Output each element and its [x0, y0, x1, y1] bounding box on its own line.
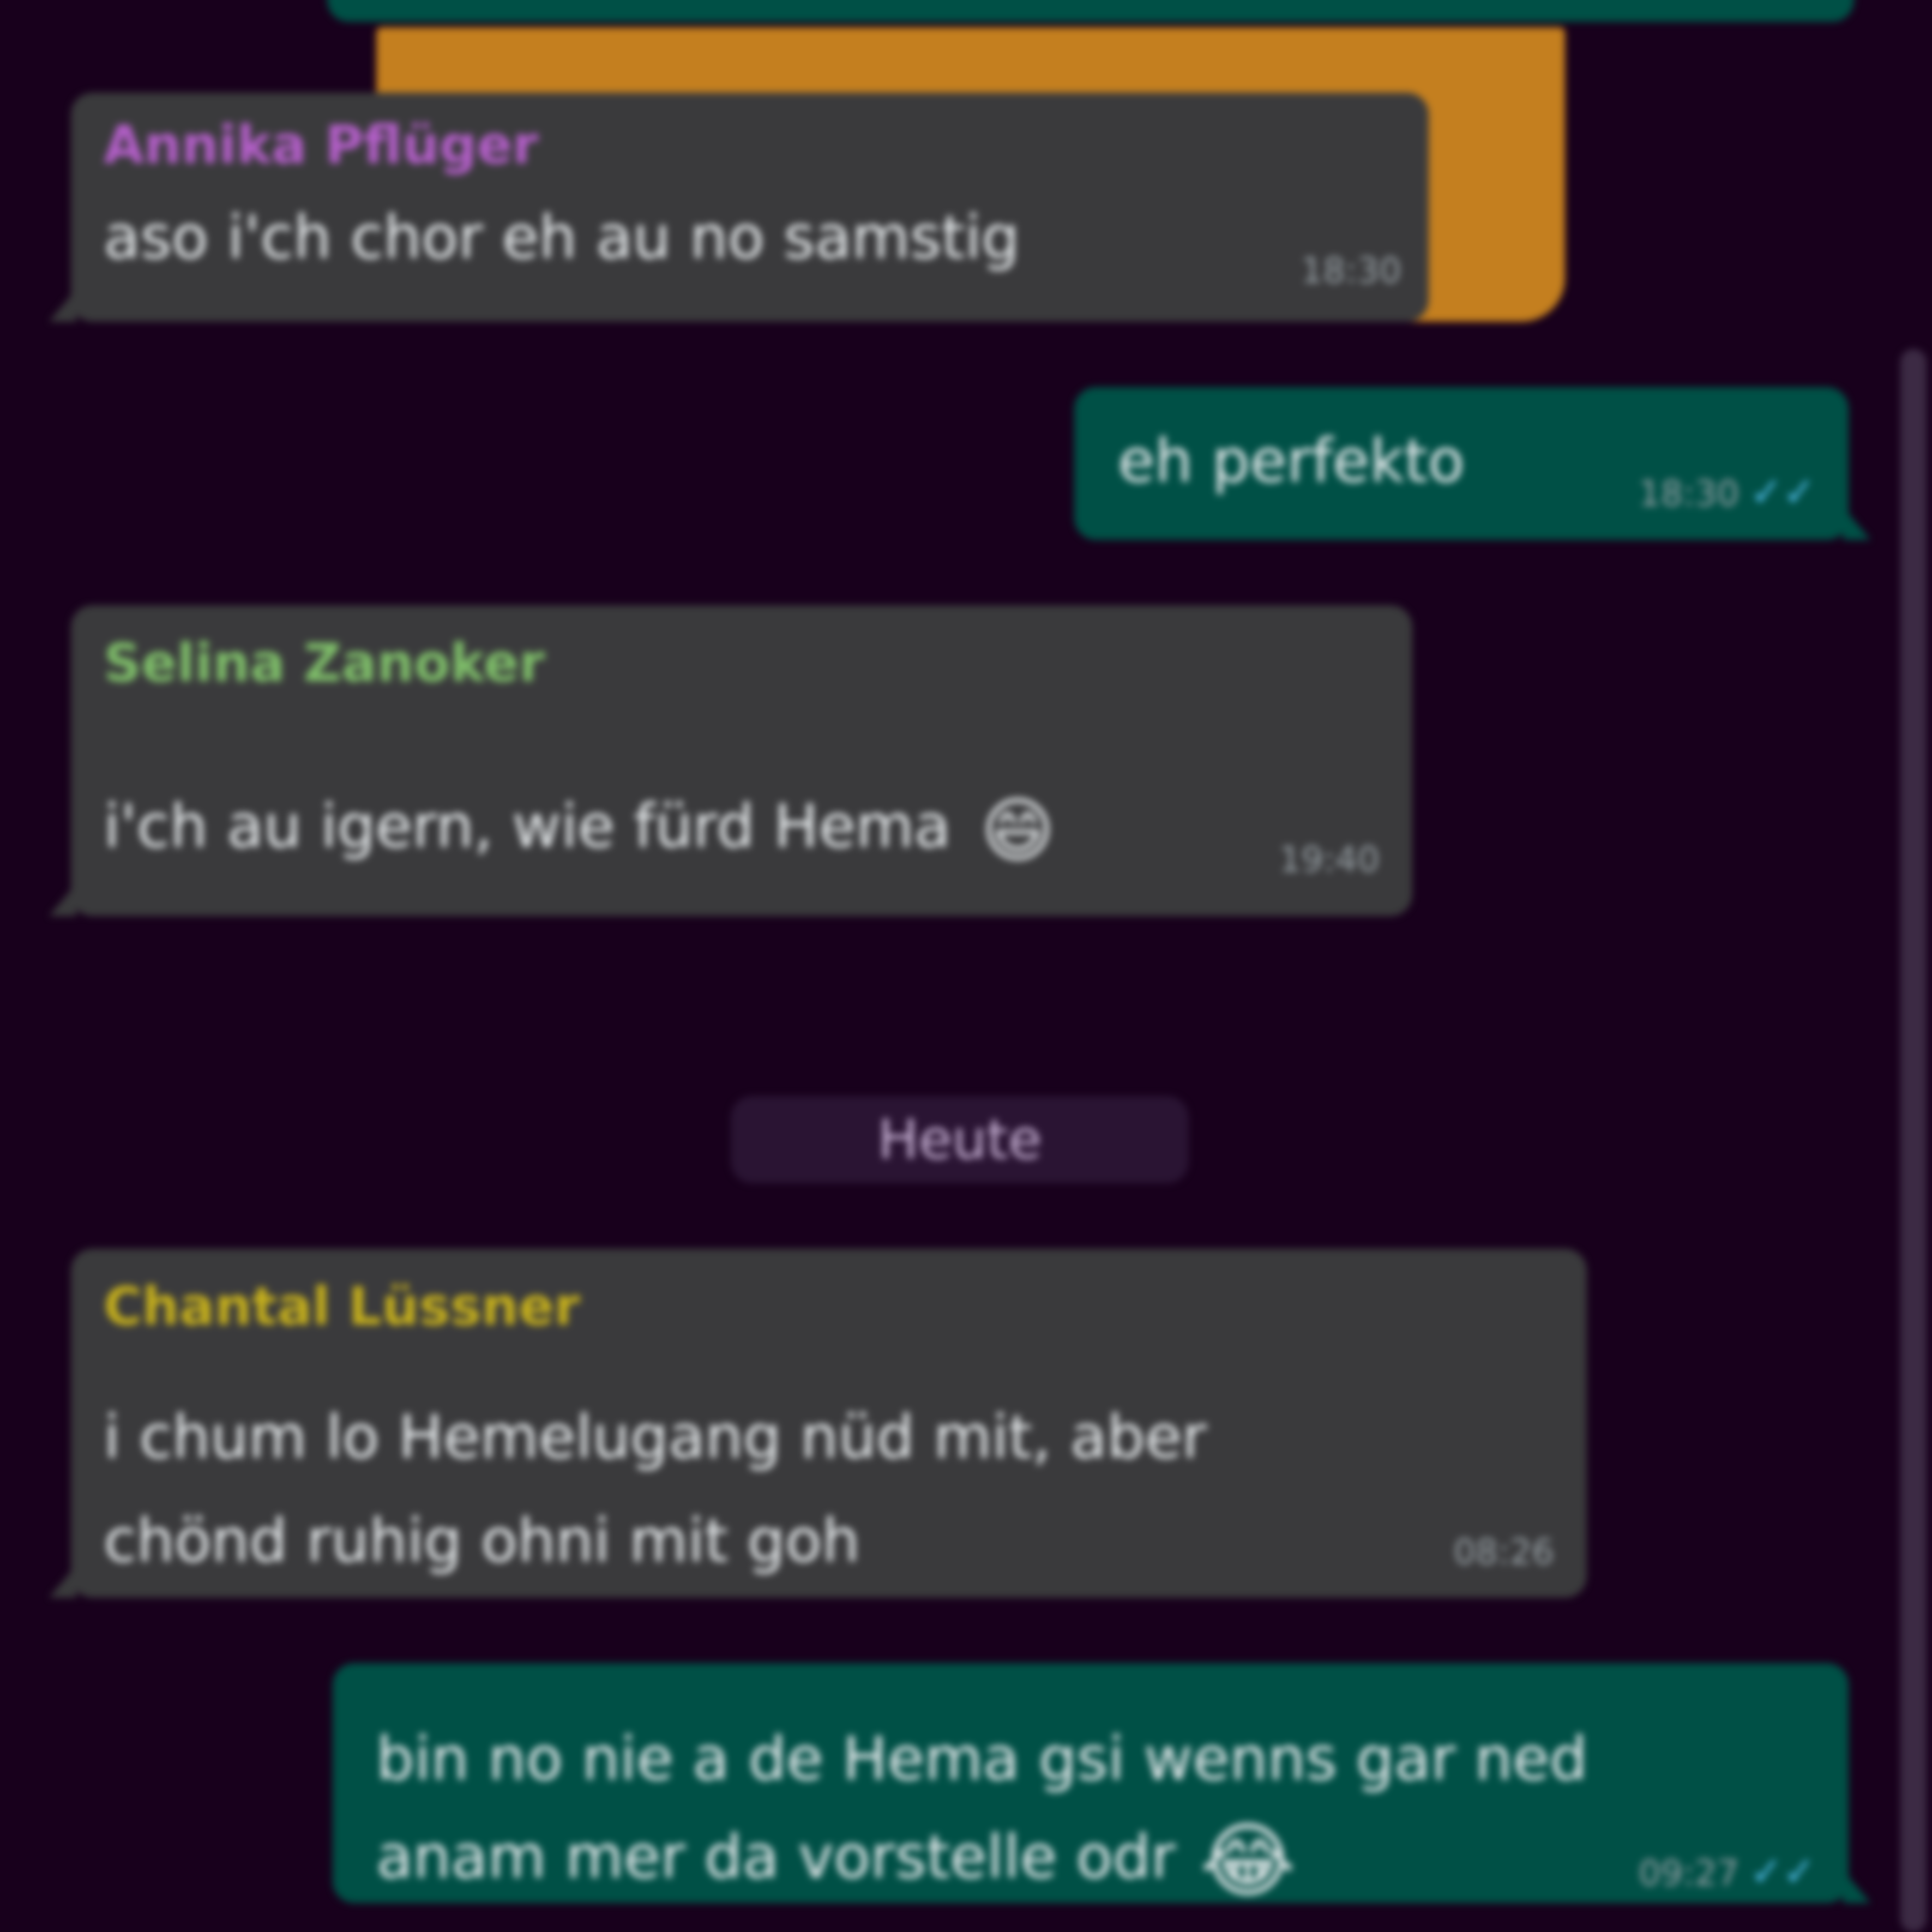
message-bubble-outgoing[interactable]: eh perfekto 18:30 ✓✓ — [1074, 387, 1870, 540]
message-bubble[interactable]: Chantal Lüssner i chum lo Hemelugang nüd… — [49, 1249, 1587, 1598]
message-bubble[interactable]: Annika Pflüger aso i'ch chor eh au no sa… — [49, 93, 1429, 322]
message-time: 18:30 ✓✓ — [1638, 469, 1816, 515]
message-bubble-outgoing[interactable]: bin no nie a de Hema gsi wenns gar ned a… — [333, 1663, 1870, 1909]
message-time: 08:26 — [1453, 1532, 1554, 1573]
laughing-emoji-icon: 😂 — [1200, 1813, 1296, 1909]
message-bubble[interactable]: Selina Zanoker i'ch au igern, wie fürd H… — [49, 605, 1412, 916]
outgoing-bubble-partial[interactable] — [327, 0, 1854, 22]
double-check-icon: ✓✓ — [1750, 1849, 1816, 1894]
chat-area: Annika Pflüger aso i'ch chor eh au no sa… — [0, 0, 1932, 1932]
message-sender[interactable]: Chantal Lüssner — [104, 1276, 580, 1337]
double-check-icon: ✓✓ — [1750, 469, 1816, 515]
message-text: aso i'ch chor eh au no samstig — [104, 202, 1020, 272]
message-text: eh perfekto — [1118, 426, 1465, 496]
grinning-emoji-icon: 😄 — [980, 789, 1055, 872]
message-time: 09:27 ✓✓ — [1638, 1849, 1816, 1894]
message-text: i'ch au igern, wie fürd Hema 😄 — [104, 774, 1055, 882]
message-text-line: anam mer da vorstelle odr 😂 — [376, 1805, 1296, 1913]
date-divider: Heute — [731, 1096, 1189, 1183]
scrollbar[interactable] — [1900, 349, 1927, 1932]
message-sender[interactable]: Annika Pflüger — [104, 115, 538, 176]
message-sender[interactable]: Selina Zanoker — [104, 633, 545, 694]
message-text-line: bin no nie a de Hema gsi wenns gar ned — [376, 1724, 1588, 1793]
message-time: 19:40 — [1279, 840, 1380, 880]
message-text-line: chönd ruhig ohni mit goh — [104, 1506, 860, 1575]
message-text-line: i chum lo Hemelugang nüd mit, aber — [104, 1402, 1207, 1472]
message-time: 18:30 — [1301, 251, 1401, 291]
